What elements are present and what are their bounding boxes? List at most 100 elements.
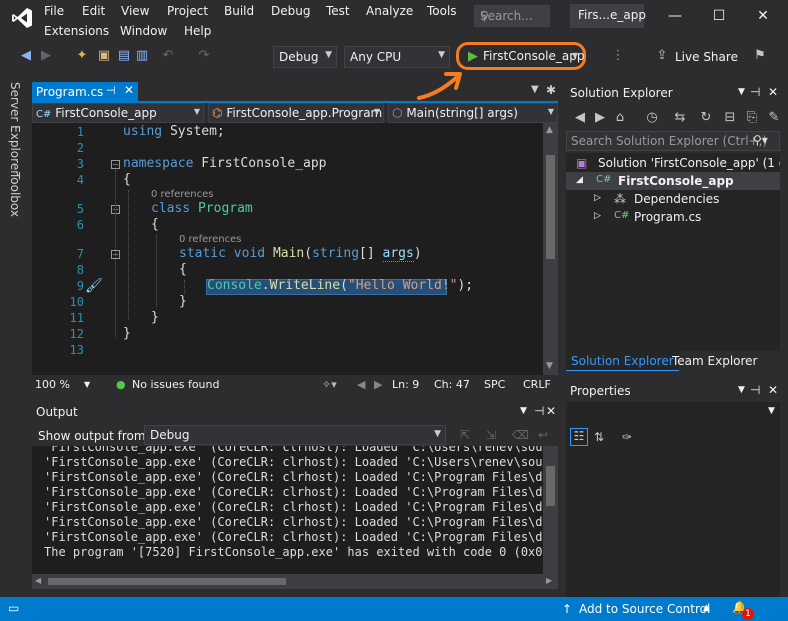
source-control-button[interactable]: Add to Source Control	[579, 602, 710, 616]
scroll-down-icon[interactable]: ▼	[546, 361, 553, 371]
config-select[interactable]: Debug ▼	[273, 46, 337, 68]
prev-issue-icon[interactable]: ◀	[357, 378, 365, 391]
save-all-icon[interactable]: ▥	[134, 48, 150, 64]
chevron-down-icon[interactable]: ▼	[84, 380, 90, 389]
toolbar-overflow-icon[interactable]: ⋮	[610, 48, 626, 64]
close-icon[interactable]: ✕	[546, 404, 556, 418]
menu-file[interactable]: File	[44, 4, 64, 18]
chevron-down-icon[interactable]: ▼	[572, 51, 578, 60]
pin-icon[interactable]: ⊣	[750, 85, 760, 99]
collapse-all-icon[interactable]: ⊟	[722, 110, 738, 126]
menu-view[interactable]: View	[121, 4, 149, 18]
back-icon[interactable]: ◀	[572, 110, 588, 126]
tab-solution-explorer[interactable]: Solution Explorer	[566, 351, 679, 371]
search-box[interactable]: Search... ⚲	[474, 5, 550, 27]
server-explorer-tab[interactable]: Server Explorer	[8, 82, 22, 175]
menu-tools[interactable]: Tools	[427, 4, 457, 18]
menu-window[interactable]: Window	[120, 24, 167, 38]
output-source-select[interactable]: Debug ▼	[144, 425, 446, 445]
project-nav-select[interactable]: C# FirstConsole_app ▼	[32, 103, 204, 123]
menu-help[interactable]: Help	[184, 24, 211, 38]
close-icon[interactable]: ✕	[768, 383, 778, 397]
pin-icon[interactable]: ⊣	[534, 404, 544, 418]
pin-icon[interactable]: ⊣	[106, 84, 116, 97]
maximize-icon[interactable]: ☐	[704, 4, 734, 28]
chevron-up-icon[interactable]: ▲	[703, 603, 710, 613]
close-icon[interactable]: ✕	[768, 85, 778, 99]
live-share-button[interactable]: Live Share	[675, 50, 738, 64]
line-ending[interactable]: CRLF	[523, 378, 551, 391]
categorized-icon[interactable]: ☷	[570, 428, 588, 446]
codelens-references[interactable]: 0 references	[179, 234, 242, 245]
minimize-icon[interactable]: —	[660, 4, 690, 28]
go-to-next-message-icon[interactable]: ⇲	[486, 428, 496, 442]
feedback-icon[interactable]: ⚑	[752, 48, 768, 64]
quick-actions-brush-icon[interactable]: 🖌	[85, 278, 103, 294]
tree-item-project[interactable]: ◢ C# FirstConsole_app	[566, 172, 780, 190]
back-icon[interactable]: ◀	[18, 48, 34, 64]
close-icon[interactable]: ✕	[748, 4, 778, 28]
menu-edit[interactable]: Edit	[82, 4, 105, 18]
home-icon[interactable]: ⌂	[612, 110, 628, 126]
sync-icon[interactable]: ⇆	[672, 110, 688, 126]
window-menu-icon[interactable]: ▼	[520, 406, 527, 416]
menu-debug[interactable]: Debug	[271, 4, 310, 18]
window-menu-icon[interactable]: ▼	[738, 87, 745, 97]
tab-team-explorer[interactable]: Team Explorer	[672, 354, 758, 368]
fold-toggle-icon[interactable]: −	[111, 160, 120, 169]
window-menu-icon[interactable]: ▼	[738, 385, 745, 395]
menu-build[interactable]: Build	[224, 4, 254, 18]
expanded-icon[interactable]: ◢	[576, 175, 583, 185]
undo-icon[interactable]: ↶	[160, 48, 176, 64]
scroll-thumb[interactable]	[546, 466, 555, 506]
toolbox-tab[interactable]: Toolbox	[8, 172, 22, 217]
output-horizontal-scrollbar[interactable]: ◀ ▶	[32, 574, 558, 589]
output-vertical-scrollbar[interactable]	[543, 446, 558, 574]
output-text[interactable]: 'FirstConsole_app.exe' (CoreCLR: clrhost…	[32, 446, 543, 574]
pin-icon[interactable]: ⊣	[750, 383, 760, 397]
alphabetical-icon[interactable]: ⇅	[594, 430, 604, 444]
open-folder-icon[interactable]: ▣	[96, 48, 112, 64]
wrench-icon[interactable]: ✎	[766, 110, 782, 126]
solution-search-input[interactable]: Search Solution Explorer (Ctrl+;) ⚲▾	[566, 131, 780, 151]
scroll-up-icon[interactable]: ▲	[546, 125, 553, 135]
visual-studio-logo-icon[interactable]	[10, 6, 34, 30]
tree-item-dependencies[interactable]: ▷ ⁂ Dependencies	[566, 190, 780, 208]
scroll-left-icon[interactable]: ◀	[35, 576, 41, 585]
refresh-icon[interactable]: ↻	[698, 110, 714, 126]
tab-program-cs[interactable]: Program.cs ⊣ ✕	[32, 82, 138, 102]
tree-item-program-cs[interactable]: ▷ C# Program.cs	[566, 208, 780, 226]
save-icon[interactable]: ▤	[116, 48, 132, 64]
next-issue-icon[interactable]: ▶	[374, 378, 382, 391]
collapsed-icon[interactable]: ▷	[594, 211, 601, 221]
word-wrap-icon[interactable]: ↩	[538, 428, 548, 442]
forward-icon[interactable]: ▶	[592, 110, 608, 126]
scroll-thumb[interactable]	[48, 578, 286, 585]
code-cleanup-icon[interactable]: ✧▾	[322, 378, 337, 391]
gear-icon[interactable]: ✱	[546, 83, 556, 97]
whitespace-mode[interactable]: SPC	[484, 378, 505, 391]
start-debugging-button[interactable]: ▶ FirstConsole_app ▼	[456, 42, 586, 70]
zoom-level[interactable]: 100 %	[35, 378, 70, 391]
find-in-output-icon[interactable]: ⇱	[460, 428, 470, 442]
history-icon[interactable]: ◷	[644, 110, 660, 126]
menu-project[interactable]: Project	[167, 4, 208, 18]
scroll-thumb[interactable]	[546, 155, 555, 259]
editor-vertical-scrollbar[interactable]: ▲ ▼	[543, 123, 558, 375]
menu-test[interactable]: Test	[326, 4, 350, 18]
member-nav-select[interactable]: ⬡ Main(string[] args) ▼	[388, 103, 558, 123]
clear-all-icon[interactable]: ⌫	[512, 428, 529, 442]
close-tab-icon[interactable]: ✕	[124, 83, 134, 97]
property-pages-icon[interactable]: ✑	[622, 430, 632, 444]
class-nav-select[interactable]: ⌬ FirstConsole_app.Program ▼	[208, 103, 384, 123]
collapsed-icon[interactable]: ▷	[594, 193, 601, 203]
object-select-chevron-icon[interactable]: ▼	[768, 406, 775, 416]
codelens-references[interactable]: 0 references	[151, 189, 214, 200]
tree-item-solution[interactable]: ▣ Solution 'FirstConsole_app' (1 of 1	[566, 154, 780, 172]
show-all-files-icon[interactable]: ⎘	[744, 110, 760, 126]
tab-list-icon[interactable]: ▼	[531, 84, 539, 95]
redo-icon[interactable]: ↷	[196, 48, 212, 64]
menu-extensions[interactable]: Extensions	[44, 24, 109, 38]
live-share-icon[interactable]: ⇪	[654, 48, 670, 64]
forward-icon[interactable]: ▶	[38, 48, 54, 64]
